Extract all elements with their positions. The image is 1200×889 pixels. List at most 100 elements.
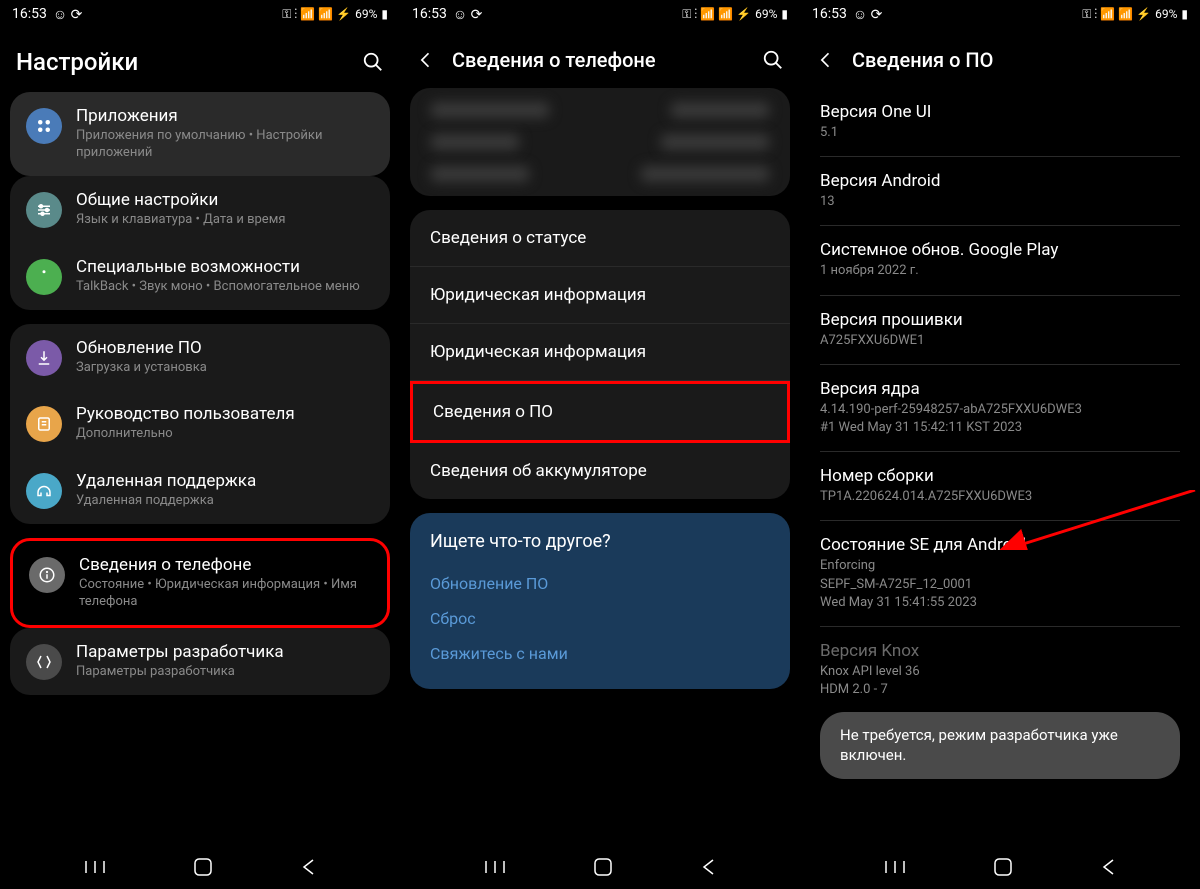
suggest-title: Ищете что-то другое? xyxy=(430,531,770,552)
status-battery: 69% xyxy=(755,7,777,21)
list-item-legal1[interactable]: Юридическая информация xyxy=(410,267,790,324)
sw-item-build[interactable]: Номер сборки TP1A.220624.014.A725FXXU6DW… xyxy=(820,452,1180,521)
search-icon[interactable] xyxy=(762,49,784,71)
status-icons-left: ☺ ⟳ xyxy=(853,6,883,23)
settings-item-manual[interactable]: Руководство пользователя Дополнительно xyxy=(10,390,390,457)
list-item-status[interactable]: Сведения о статусе xyxy=(410,210,790,267)
list-item-software-info[interactable]: Сведения о ПО xyxy=(410,381,790,443)
screen-about-phone: 16:53 ☺ ⟳ ⚿ ⋮ 📶 📶 ⚡ 69% ▮ Сведения о тел… xyxy=(400,0,800,889)
item-sub: Приложения по умолчанию • Настройки прил… xyxy=(76,128,374,162)
screen-settings: 16:53 ☺ ⟳ ⚿ ⋮ 📶 📶 ⚡ 69% ▮ Настройки Прил… xyxy=(0,0,400,889)
page-title: Сведения о телефоне xyxy=(452,48,746,72)
battery-icon: ▮ xyxy=(781,7,788,21)
item-sub: Состояние • Юридическая информация • Имя… xyxy=(79,577,371,611)
update-icon xyxy=(26,340,62,376)
item-title: Удаленная поддержка xyxy=(76,471,374,491)
status-battery: 69% xyxy=(355,7,377,21)
sw-value: Knox API level 36 HDM 2.0 - 7 xyxy=(820,663,1180,699)
item-sub: Язык и клавиатура • Дата и время xyxy=(76,212,374,229)
sw-value: 1 ноября 2022 г. xyxy=(820,262,1180,280)
status-time: 16:53 xyxy=(12,6,47,22)
status-icons-right: ⚿ ⋮ 📶 📶 ⚡ xyxy=(282,7,351,22)
status-time: 16:53 xyxy=(812,6,847,22)
battery-icon: ▮ xyxy=(381,7,388,21)
sw-title: Версия Android xyxy=(820,171,1180,191)
screen-software-info: 16:53 ☺ ⟳ ⚿ ⋮ 📶 📶 ⚡ 69% ▮ Сведения о ПО … xyxy=(800,0,1200,889)
nav-back[interactable] xyxy=(701,858,715,876)
item-title: Руководство пользователя xyxy=(76,404,374,424)
sw-value: 5.1 xyxy=(820,124,1180,142)
settings-item-developer[interactable]: Параметры разработчика Параметры разрабо… xyxy=(10,628,390,695)
list-item-legal2[interactable]: Юридическая информация xyxy=(410,324,790,381)
item-title: Сведения о телефоне xyxy=(79,555,371,575)
item-title: Общие настройки xyxy=(76,190,374,210)
sw-title: Версия One UI xyxy=(820,102,1180,122)
status-bar: 16:53 ☺ ⟳ ⚿ ⋮ 📶 📶 ⚡ 69% ▮ xyxy=(800,0,1200,28)
nav-back[interactable] xyxy=(301,858,315,876)
sw-value: 4.14.190-perf-25948257-abA725FXXU6DWE3 #… xyxy=(820,401,1180,437)
developer-icon xyxy=(26,644,62,680)
settings-item-apps[interactable]: Приложения Приложения по умолчанию • Нас… xyxy=(10,92,390,176)
page-title: Сведения о ПО xyxy=(852,48,1184,72)
toast: Не требуется, режим разработчика уже вкл… xyxy=(820,712,1180,779)
sw-title: Версия прошивки xyxy=(820,310,1180,330)
nav-recents[interactable] xyxy=(485,860,505,874)
sw-item-selinux[interactable]: Состояние SE для Android Enforcing SEPF_… xyxy=(820,521,1180,627)
sw-value: Enforcing SEPF_SM-A725F_12_0001 Wed May … xyxy=(820,557,1180,612)
remote-icon xyxy=(26,473,62,509)
suggest-link-update[interactable]: Обновление ПО xyxy=(430,566,770,601)
nav-back[interactable] xyxy=(1101,858,1115,876)
item-title: Приложения xyxy=(76,106,374,126)
sw-item-googleplay[interactable]: Системное обнов. Google Play 1 ноября 20… xyxy=(820,226,1180,295)
sw-item-knox[interactable]: Версия Knox Knox API level 36 HDM 2.0 - … xyxy=(820,627,1180,713)
status-icons-left: ☺ ⟳ xyxy=(53,6,83,23)
status-icons-right: ⚿ ⋮ 📶 📶 ⚡ xyxy=(682,7,751,22)
nav-bar xyxy=(0,845,400,889)
blurred-info xyxy=(410,88,790,196)
nav-recents[interactable] xyxy=(85,860,105,874)
sw-value: A725FXXU6DWE1 xyxy=(820,332,1180,350)
settings-item-accessibility[interactable]: Специальные возможности TalkBack • Звук … xyxy=(10,243,390,310)
settings-item-update[interactable]: Обновление ПО Загрузка и установка xyxy=(10,324,390,391)
back-icon[interactable] xyxy=(416,50,436,70)
sw-item-firmware[interactable]: Версия прошивки A725FXXU6DWE1 xyxy=(820,296,1180,365)
apps-icon xyxy=(26,108,62,144)
manual-icon xyxy=(26,406,62,442)
nav-home[interactable] xyxy=(994,858,1012,876)
item-title: Специальные возможности xyxy=(76,257,374,277)
sw-item-oneui[interactable]: Версия One UI 5.1 xyxy=(820,88,1180,157)
battery-icon: ▮ xyxy=(1181,7,1188,21)
search-icon[interactable] xyxy=(362,51,384,73)
info-icon xyxy=(29,557,65,593)
nav-home[interactable] xyxy=(594,858,612,876)
status-battery: 69% xyxy=(1155,7,1177,21)
nav-bar xyxy=(400,845,800,889)
back-icon[interactable] xyxy=(816,50,836,70)
status-icons-left: ☺ ⟳ xyxy=(453,6,483,23)
status-time: 16:53 xyxy=(412,6,447,22)
settings-item-general[interactable]: Общие настройки Язык и клавиатура • Дата… xyxy=(10,176,390,243)
list-item-battery[interactable]: Сведения об аккумуляторе xyxy=(410,443,790,499)
header: Настройки xyxy=(0,28,400,92)
settings-item-about-phone[interactable]: Сведения о телефоне Состояние • Юридичес… xyxy=(10,538,390,628)
nav-home[interactable] xyxy=(194,858,212,876)
suggest-link-contact[interactable]: Свяжитесь с нами xyxy=(430,636,770,671)
nav-recents[interactable] xyxy=(885,860,905,874)
nav-bar xyxy=(800,845,1200,889)
general-icon xyxy=(26,192,62,228)
header: Сведения о ПО xyxy=(800,28,1200,88)
sw-value: 13 xyxy=(820,193,1180,211)
sw-title: Состояние SE для Android xyxy=(820,535,1180,555)
status-bar: 16:53 ☺ ⟳ ⚿ ⋮ 📶 📶 ⚡ 69% ▮ xyxy=(400,0,800,28)
item-sub: Удаленная поддержка xyxy=(76,493,374,510)
sw-item-kernel[interactable]: Версия ядра 4.14.190-perf-25948257-abA72… xyxy=(820,365,1180,452)
settings-item-remote[interactable]: Удаленная поддержка Удаленная поддержка xyxy=(10,457,390,524)
accessibility-icon xyxy=(26,259,62,295)
sw-item-android[interactable]: Версия Android 13 xyxy=(820,157,1180,226)
suggest-link-reset[interactable]: Сброс xyxy=(430,601,770,636)
sw-title: Версия ядра xyxy=(820,379,1180,399)
sw-value: TP1A.220624.014.A725FXXU6DWE3 xyxy=(820,488,1180,506)
sw-title: Системное обнов. Google Play xyxy=(820,240,1180,260)
suggest-card: Ищете что-то другое? Обновление ПО Сброс… xyxy=(410,513,790,689)
sw-title: Версия Knox xyxy=(820,641,1180,661)
